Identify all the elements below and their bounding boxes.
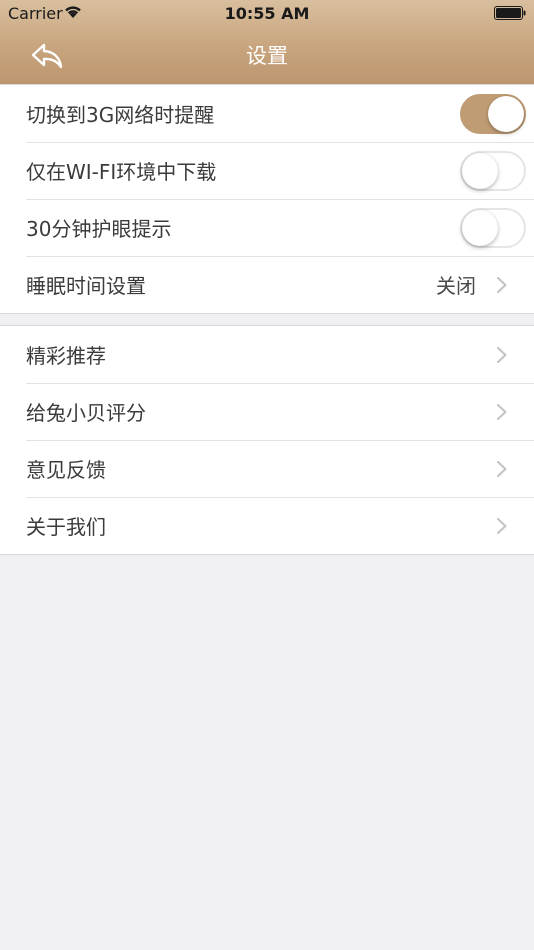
setting-label: 切换到3G网络时提醒 xyxy=(26,103,215,127)
setting-label: 精彩推荐 xyxy=(26,344,106,368)
setting-row-about-us[interactable]: 关于我们 xyxy=(0,497,534,554)
status-bar: Carrier 10:55 AM xyxy=(0,0,534,28)
sleep-time-value: 关闭 xyxy=(436,274,476,298)
settings-group-about: 精彩推荐 给兔小贝评分 意见反馈 关于我们 xyxy=(0,325,534,555)
setting-row-feedback[interactable]: 意见反馈 xyxy=(0,440,534,497)
toggle-knob xyxy=(462,209,498,246)
setting-row-wifi-only[interactable]: 仅在WI-FI环境中下载 xyxy=(0,142,534,199)
setting-label: 关于我们 xyxy=(26,515,106,539)
toggle-knob xyxy=(462,152,498,189)
setting-label: 给兔小贝评分 xyxy=(26,401,146,425)
chevron-right-icon xyxy=(496,403,507,420)
setting-row-3g-reminder[interactable]: 切换到3G网络时提醒 xyxy=(0,85,534,142)
toggle-knob xyxy=(488,95,524,132)
setting-label: 仅在WI-FI环境中下载 xyxy=(26,160,217,184)
chevron-right-icon xyxy=(496,346,507,363)
page-title: 设置 xyxy=(246,44,288,68)
setting-label: 睡眠时间设置 xyxy=(26,274,146,298)
toggle-3g-reminder[interactable] xyxy=(460,93,526,134)
header: Carrier 10:55 AM 设置 xyxy=(0,0,534,84)
chevron-right-icon xyxy=(496,276,507,293)
battery-icon xyxy=(494,6,526,20)
chevron-right-icon xyxy=(496,460,507,477)
clock: 10:55 AM xyxy=(224,4,310,23)
chevron-right-icon xyxy=(496,517,507,534)
toggle-eye-care[interactable] xyxy=(460,207,526,248)
navbar: 设置 xyxy=(0,28,534,84)
toggle-wifi-only[interactable] xyxy=(460,150,526,191)
settings-group-preferences: 切换到3G网络时提醒 仅在WI-FI环境中下载 30分钟护眼提示 睡眠时间设置 … xyxy=(0,84,534,314)
setting-row-recommendations[interactable]: 精彩推荐 xyxy=(0,326,534,383)
setting-row-eye-care[interactable]: 30分钟护眼提示 xyxy=(0,199,534,256)
setting-row-rate-app[interactable]: 给兔小贝评分 xyxy=(0,383,534,440)
setting-label: 意见反馈 xyxy=(26,458,106,482)
setting-label: 30分钟护眼提示 xyxy=(26,217,172,241)
setting-row-sleep-time[interactable]: 睡眠时间设置 关闭 xyxy=(0,256,534,313)
